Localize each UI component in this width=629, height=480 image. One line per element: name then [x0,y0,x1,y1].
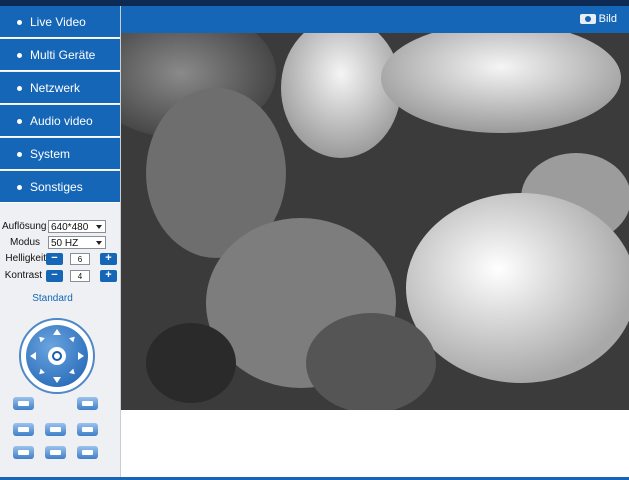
arrow-up-left-icon[interactable] [37,334,45,343]
io-icon [82,450,93,455]
sidebar-item-label: Audio video [30,114,93,128]
chevron-down-icon [96,241,102,245]
sidebar-item-live-video[interactable]: Live Video [0,6,120,38]
white-hen-shape [406,193,629,383]
bullet-icon [17,86,22,91]
bullet-icon [17,119,22,124]
brightness-label: Helligkeit [5,253,46,264]
stop-button-2[interactable] [45,446,66,459]
mode-row: Modus 50 HZ [0,236,120,250]
sidebar-item-label: Netzwerk [30,81,81,95]
video-area: Bild [121,6,629,478]
flip-left-icon [18,401,29,406]
brightness-decrease-button[interactable]: − [46,253,63,265]
camera-icon [579,14,596,25]
live-video-feed[interactable] [121,33,629,410]
sidebar-item-label: Live Video [30,15,86,29]
patrol-icon [82,427,93,432]
sidebar-item-label: Sonstiges [30,180,83,194]
sidebar-item-label: System [30,147,71,161]
flip-right-button[interactable] [77,397,98,410]
square-icon [18,450,29,455]
bullet-icon [17,53,22,58]
bullet-icon [17,185,22,190]
sidebar: Live Video Multi Geräte Netzwerk Audio v… [0,6,121,478]
horizontal-cruise-button[interactable] [45,423,66,436]
shadow-shape [146,323,236,403]
video-frame [121,33,629,410]
vertical-cruise-button[interactable] [13,423,34,436]
bullet-icon [17,20,22,25]
arrow-up-right-icon[interactable] [69,334,77,343]
contrast-label: Kontrast [4,270,42,281]
sidebar-item-system[interactable]: System [0,138,120,170]
arrow-up-icon[interactable] [53,329,61,335]
dark-hen-shape [306,313,436,410]
flip-right-icon [82,401,93,406]
mode-select[interactable]: 50 HZ [48,236,106,249]
brightness-value[interactable]: 6 [70,253,90,265]
minus-icon: − [51,269,58,281]
chevron-down-icon [96,225,102,229]
arrow-down-left-icon[interactable] [37,368,45,377]
ptz-center-button[interactable] [48,347,66,365]
resolution-value: 640*480 [51,222,89,233]
patrol-button[interactable] [77,423,98,436]
video-toolbar: Bild [121,6,629,33]
sidebar-item-sonstiges[interactable]: Sonstiges [0,171,120,203]
mode-value: 50 HZ [51,238,79,249]
contrast-row: Kontrast − 4 + [0,269,120,283]
contrast-decrease-button[interactable]: − [46,270,63,282]
arrow-down-icon[interactable] [53,377,61,383]
mode-label: Modus [9,237,40,248]
horizontal-arrows-icon [50,427,61,432]
vertical-arrows-icon [18,427,29,432]
resolution-label: Auflösung [2,221,47,232]
bullet-icon [17,152,22,157]
io-button[interactable] [77,446,98,459]
ptz-control [19,318,95,394]
sidebar-item-netzwerk[interactable]: Netzwerk [0,72,120,104]
contrast-value[interactable]: 4 [70,270,90,282]
snapshot-button[interactable]: Bild [579,13,617,25]
arrow-left-icon[interactable] [30,352,36,360]
plus-icon: + [105,269,112,281]
contrast-increase-button[interactable]: + [100,270,117,282]
plus-icon: + [105,252,112,264]
arrow-right-icon[interactable] [78,352,84,360]
flip-left-button[interactable] [13,397,34,410]
brightness-increase-button[interactable]: + [100,253,117,265]
stop-button-1[interactable] [13,446,34,459]
sidebar-item-audio-video[interactable]: Audio video [0,105,120,137]
snapshot-label: Bild [598,13,617,25]
standard-link[interactable]: Standard [0,293,105,304]
sidebar-item-multi-geraete[interactable]: Multi Geräte [0,39,120,71]
arrow-down-right-icon[interactable] [69,368,77,377]
resolution-row: Auflösung 640*480 [0,220,120,234]
ptz-pad [26,325,88,387]
resolution-select[interactable]: 640*480 [48,220,106,233]
sidebar-item-label: Multi Geräte [30,48,96,62]
minus-icon: − [51,252,58,264]
brightness-row: Helligkeit − 6 + [0,252,120,266]
square-icon [50,450,61,455]
